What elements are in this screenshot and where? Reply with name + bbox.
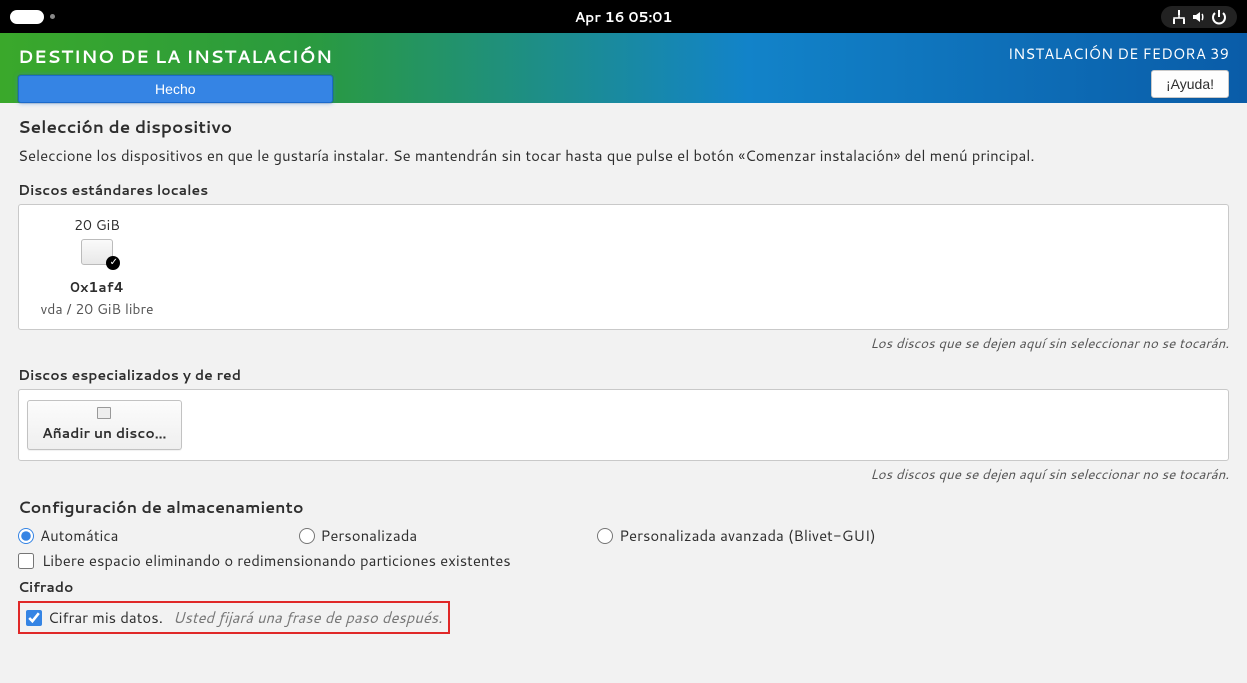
gnome-topbar: Apr 16 05:01 xyxy=(0,0,1247,33)
local-disks-hint: Los discos que se dejen aquí sin selecci… xyxy=(18,334,1229,353)
special-disks-box: Añadir un disco… xyxy=(18,389,1229,461)
radio-custom-label: Personalizada xyxy=(321,525,418,546)
encryption-row-highlight: Cifrar mis datos. Usted fijará una frase… xyxy=(18,601,450,634)
radio-advanced-input[interactable] xyxy=(597,528,613,544)
radio-advanced-label: Personalizada avanzada (Blivet-GUI) xyxy=(619,525,875,546)
reclaim-space-label: Libere espacio eliminando o redimensiona… xyxy=(42,550,511,571)
radio-automatic-input[interactable] xyxy=(18,528,34,544)
clock[interactable]: Apr 16 05:01 xyxy=(575,7,673,27)
reclaim-space-option[interactable]: Libere espacio eliminando o redimensiona… xyxy=(18,550,1229,571)
installer-header: DESTINO DE LA INSTALACIÓN Hecho INSTALAC… xyxy=(0,33,1247,103)
radio-automatic[interactable]: Automática xyxy=(18,525,119,546)
radio-custom[interactable]: Personalizada xyxy=(299,525,418,546)
radio-custom-input[interactable] xyxy=(299,528,315,544)
disk-item[interactable]: 20 GiB 0x1af4 vda / 20 GiB libre xyxy=(27,215,167,319)
add-disk-button[interactable]: Añadir un disco… xyxy=(27,400,182,450)
encrypt-data-label: Cifrar mis datos. xyxy=(48,607,163,628)
activities-indicator[interactable] xyxy=(10,10,55,24)
harddrive-icon xyxy=(77,239,117,271)
system-status-area[interactable] xyxy=(1161,6,1237,28)
storage-config-options: Automática Personalizada Personalizada a… xyxy=(18,525,1229,546)
storage-config-heading: Configuración de almacenamiento xyxy=(18,496,1229,519)
activities-pill-icon xyxy=(10,10,44,24)
content-area: Selección de dispositivo Seleccione los … xyxy=(0,103,1247,646)
local-disks-heading: Discos estándares locales xyxy=(18,180,1229,200)
device-selection-desc: Seleccione los dispositivos en que le gu… xyxy=(18,145,1229,166)
add-disk-label: Añadir un disco… xyxy=(42,423,167,443)
page-title: DESTINO DE LA INSTALACIÓN xyxy=(18,43,333,69)
reclaim-space-checkbox[interactable] xyxy=(18,553,34,569)
volume-icon xyxy=(1191,9,1207,25)
drive-add-icon xyxy=(97,407,111,419)
product-label: INSTALACIÓN DE FEDORA 39 xyxy=(1008,43,1229,64)
device-selection-title: Selección de dispositivo xyxy=(18,115,1229,139)
encrypt-data-checkbox[interactable] xyxy=(26,610,42,626)
help-button[interactable]: ¡Ayuda! xyxy=(1151,70,1229,98)
encrypt-note: Usted fijará una frase de paso después. xyxy=(173,607,442,628)
workspace-dot-icon xyxy=(50,14,55,19)
disk-subtext: vda / 20 GiB libre xyxy=(27,299,167,319)
local-disks-box: 20 GiB 0x1af4 vda / 20 GiB libre xyxy=(18,204,1229,330)
encryption-heading: Cifrado xyxy=(18,577,1229,597)
disk-name: 0x1af4 xyxy=(27,277,167,297)
done-button[interactable]: Hecho xyxy=(18,75,333,103)
special-disks-hint: Los discos que se dejen aquí sin selecci… xyxy=(18,465,1229,484)
radio-advanced[interactable]: Personalizada avanzada (Blivet-GUI) xyxy=(597,525,875,546)
radio-automatic-label: Automática xyxy=(40,525,119,546)
network-icon xyxy=(1171,9,1187,25)
power-icon xyxy=(1211,9,1227,25)
special-disks-heading: Discos especializados y de red xyxy=(18,365,1229,385)
disk-size: 20 GiB xyxy=(27,215,167,235)
